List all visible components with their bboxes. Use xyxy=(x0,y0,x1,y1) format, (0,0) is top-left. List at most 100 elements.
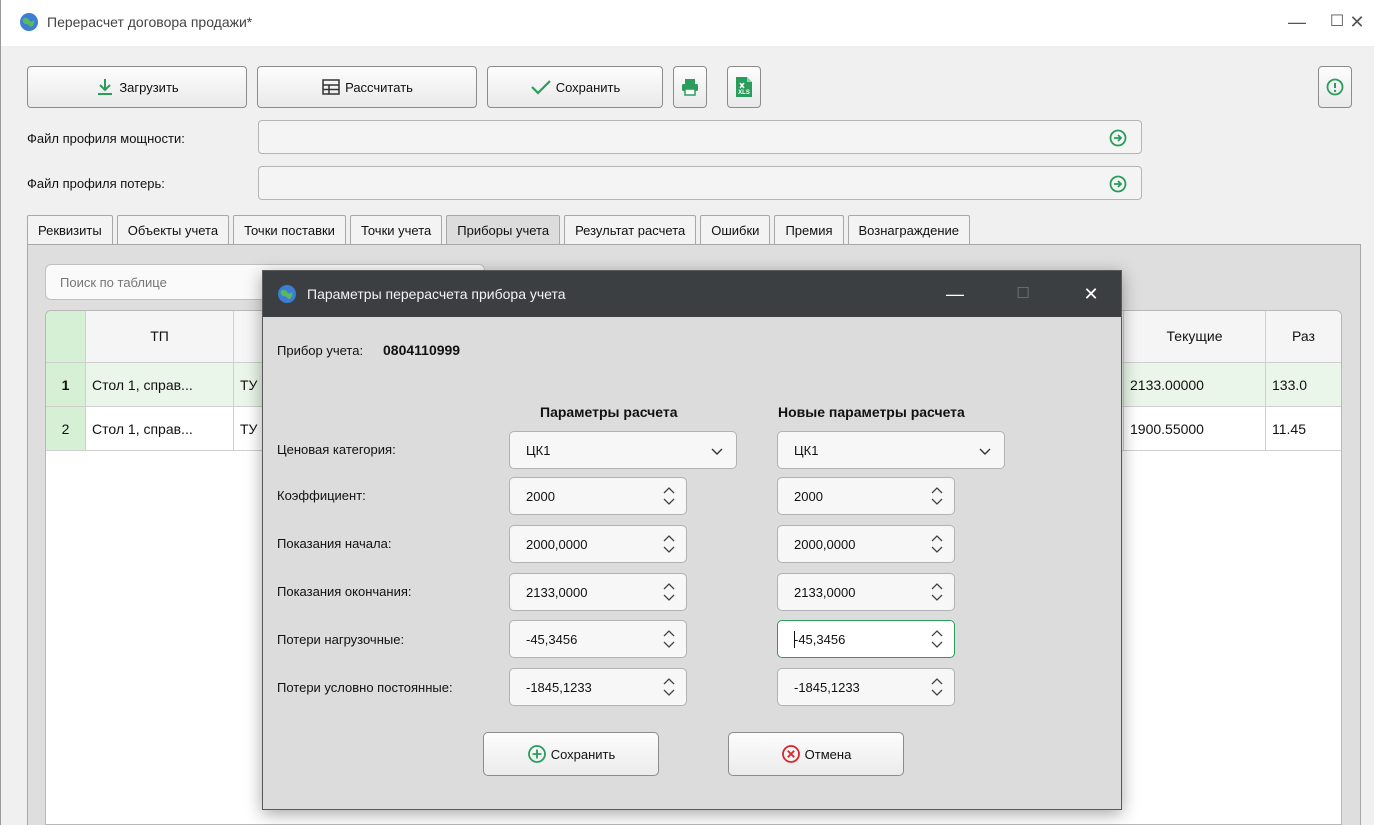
load-button-label: Загрузить xyxy=(119,79,179,95)
tab-reward[interactable]: Вознаграждение xyxy=(847,215,971,245)
dialog-close-button[interactable]: ✕ xyxy=(1071,280,1111,308)
spin-arrows-icon[interactable] xyxy=(662,532,676,556)
excel-badge: XLS xyxy=(738,90,750,96)
start-reading-label: Показания начала: xyxy=(277,536,392,551)
spin-arrows-icon[interactable] xyxy=(930,484,944,508)
dialog-cancel-button[interactable]: Отмена xyxy=(728,732,904,776)
table-cell-current[interactable]: 2133.00000 xyxy=(1124,363,1266,407)
const-losses-current-value: -1845,1233 xyxy=(526,680,592,695)
const-losses-label: Потери условно постоянные: xyxy=(277,680,453,695)
table-icon xyxy=(322,79,340,95)
spin-arrows-icon[interactable] xyxy=(662,675,676,699)
start-reading-new-spinbox[interactable]: 2000,0000 xyxy=(777,525,955,563)
tab-bonus[interactable]: Премия xyxy=(774,215,844,245)
loss-profile-field[interactable] xyxy=(258,166,1142,200)
arrow-circle-right-icon[interactable] xyxy=(1109,129,1127,147)
load-losses-label: Потери нагрузочные: xyxy=(277,632,405,647)
load-losses-new-value: -45,3456 xyxy=(794,632,846,647)
dialog-save-button[interactable]: Сохранить xyxy=(483,732,659,776)
table-cell-diff[interactable]: 133.0 xyxy=(1266,363,1341,407)
const-losses-current-spinbox[interactable]: -1845,1233 xyxy=(509,668,687,706)
x-circle-icon xyxy=(781,745,800,763)
table-cell-tp[interactable]: Стол 1, справ... xyxy=(86,363,234,407)
row-number: 2 xyxy=(46,407,86,451)
chevron-down-icon xyxy=(711,448,723,455)
recalc-dialog: Параметры перерасчета прибора учета — ☐ … xyxy=(262,270,1122,810)
device-label: Прибор учета: xyxy=(277,343,364,358)
excel-file-icon: XLS xyxy=(736,77,752,97)
power-profile-label: Файл профиля мощности: xyxy=(27,131,185,146)
excel-export-button[interactable]: XLS xyxy=(727,66,761,108)
column-header-tp[interactable]: ТП xyxy=(86,311,234,363)
load-button[interactable]: Загрузить xyxy=(27,66,247,108)
column-header-diff[interactable]: Раз xyxy=(1266,311,1341,363)
price-category-new-value: ЦК1 xyxy=(794,443,819,458)
load-losses-current-spinbox[interactable]: -45,3456 xyxy=(509,620,687,658)
spin-arrows-icon[interactable] xyxy=(930,580,944,604)
tab-accounting-objects[interactable]: Объекты учета xyxy=(116,215,230,245)
globe-app-icon xyxy=(20,13,38,31)
tab-calculation-result[interactable]: Результат расчета xyxy=(564,215,697,245)
globe-app-icon xyxy=(278,285,296,303)
window-titlebar: Перерасчет договора продажи* — ☐ ✕ xyxy=(1,0,1374,46)
arrow-circle-right-icon[interactable] xyxy=(1109,175,1127,193)
price-category-new-select[interactable]: ЦК1 xyxy=(777,431,1005,469)
calculate-button[interactable]: Рассчитать xyxy=(257,66,477,108)
coefficient-label: Коэффициент: xyxy=(277,488,366,503)
end-reading-label: Показания окончания: xyxy=(277,584,412,599)
info-button[interactable] xyxy=(1318,66,1352,108)
spin-arrows-icon[interactable] xyxy=(662,484,676,508)
coefficient-new-spinbox[interactable]: 2000 xyxy=(777,477,955,515)
print-button[interactable] xyxy=(673,66,707,108)
save-button[interactable]: Сохранить xyxy=(487,66,663,108)
price-category-current-select[interactable]: ЦК1 xyxy=(509,431,737,469)
tab-requisites[interactable]: Реквизиты xyxy=(27,215,113,245)
table-cell-tp[interactable]: Стол 1, справ... xyxy=(86,407,234,451)
price-category-current-value: ЦК1 xyxy=(526,443,551,458)
column-header-current[interactable]: Текущие xyxy=(1124,311,1266,363)
power-profile-field[interactable] xyxy=(258,120,1142,154)
end-reading-current-value: 2133,0000 xyxy=(526,585,588,600)
dialog-minimize-button[interactable]: — xyxy=(935,280,975,308)
tab-meters[interactable]: Приборы учета xyxy=(446,215,561,245)
load-losses-new-spinbox[interactable]: -45,3456 xyxy=(777,620,955,658)
const-losses-new-value: -1845,1233 xyxy=(794,680,860,695)
spin-arrows-icon[interactable] xyxy=(930,627,944,651)
spin-arrows-icon[interactable] xyxy=(930,675,944,699)
start-reading-new-value: 2000,0000 xyxy=(794,537,856,552)
table-cell-diff[interactable]: 11.45 xyxy=(1266,407,1341,451)
coefficient-current-spinbox[interactable]: 2000 xyxy=(509,477,687,515)
chevron-down-icon xyxy=(979,448,991,455)
const-losses-new-spinbox[interactable]: -1845,1233 xyxy=(777,668,955,706)
dialog-title: Параметры перерасчета прибора учета xyxy=(307,286,566,302)
price-category-label: Ценовая категория: xyxy=(277,442,396,457)
spin-arrows-icon[interactable] xyxy=(930,532,944,556)
load-losses-current-value: -45,3456 xyxy=(526,632,578,647)
tab-metering-points[interactable]: Точки учета xyxy=(349,215,443,245)
loss-profile-label: Файл профиля потерь: xyxy=(27,176,165,191)
spin-arrows-icon[interactable] xyxy=(662,580,676,604)
window-title: Перерасчет договора продажи* xyxy=(47,14,253,30)
download-icon xyxy=(98,79,113,95)
start-reading-current-value: 2000,0000 xyxy=(526,537,588,552)
calculate-button-label: Рассчитать xyxy=(345,79,413,95)
tab-supply-points[interactable]: Точки поставки xyxy=(233,215,346,245)
dialog-maximize-button[interactable]: ☐ xyxy=(1003,280,1043,308)
table-cell-current[interactable]: 1900.55000 xyxy=(1124,407,1266,451)
column-new-params: Новые параметры расчета xyxy=(778,404,965,420)
end-reading-current-spinbox[interactable]: 2133,0000 xyxy=(509,573,687,611)
minimize-button[interactable]: — xyxy=(1277,8,1317,36)
device-number: 0804110999 xyxy=(383,342,461,358)
spin-arrows-icon[interactable] xyxy=(662,627,676,651)
printer-icon xyxy=(682,79,698,96)
close-button[interactable]: ✕ xyxy=(1337,8,1374,36)
column-current-params: Параметры расчета xyxy=(540,404,678,420)
end-reading-new-spinbox[interactable]: 2133,0000 xyxy=(777,573,955,611)
tab-errors[interactable]: Ошибки xyxy=(700,215,771,245)
start-reading-current-spinbox[interactable]: 2000,0000 xyxy=(509,525,687,563)
tab-bar: Реквизиты Объекты учета Точки поставки Т… xyxy=(27,215,974,245)
coefficient-new-value: 2000 xyxy=(794,489,823,504)
coefficient-current-value: 2000 xyxy=(526,489,555,504)
dialog-cancel-label: Отмена xyxy=(804,746,852,762)
dialog-titlebar: Параметры перерасчета прибора учета — ☐ … xyxy=(263,271,1121,317)
